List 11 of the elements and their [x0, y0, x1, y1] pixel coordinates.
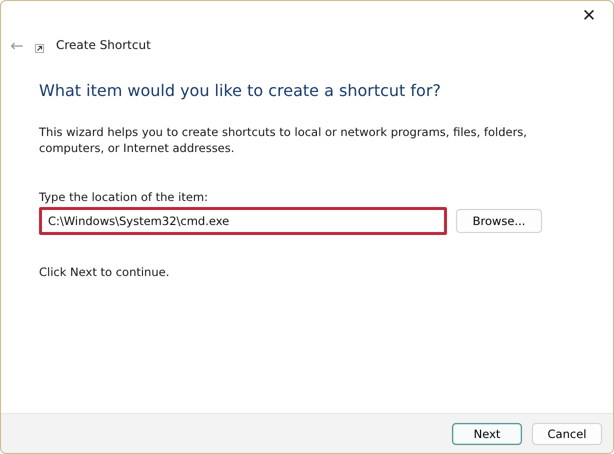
location-field[interactable]: C:\Windows\System32\cmd.exe: [39, 207, 447, 235]
browse-button[interactable]: Browse...: [456, 209, 542, 233]
wizard-heading: What item would you like to create a shortcut for?: [39, 81, 442, 100]
field-label: Type the location of the item:: [39, 190, 210, 204]
window-title: Create Shortcut: [56, 38, 151, 52]
hint-text: Click Next to continue.: [39, 265, 170, 279]
cancel-button[interactable]: Cancel: [532, 422, 602, 444]
next-button[interactable]: Next: [452, 422, 522, 444]
description-text: This wizard helps you to create shortcuts to local or network programs, files, folders, computers, or Internet addresses.: [39, 124, 528, 156]
close-button[interactable]: ✕: [569, 1, 609, 31]
shortcut-icon: [35, 44, 44, 52]
